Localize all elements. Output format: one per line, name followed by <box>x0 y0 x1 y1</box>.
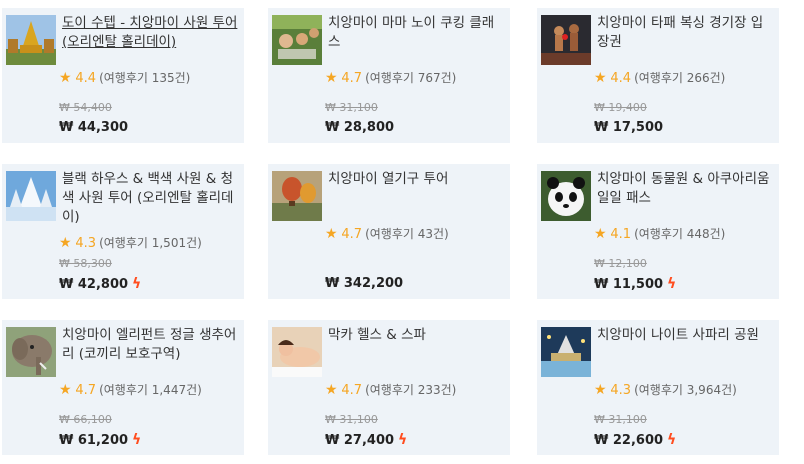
review-count: (여행후기 135건) <box>99 71 191 85</box>
rating-score: 4.7 <box>341 383 363 398</box>
star-icon: ★ <box>59 70 72 86</box>
review-count: (여행후기 266건) <box>634 71 726 85</box>
star-icon: ★ <box>325 382 338 398</box>
rating: ★ 4.7 (여행후기 1,447건) <box>59 381 202 398</box>
product-thumbnail[interactable] <box>6 171 56 221</box>
price-value: ₩ 61,200 <box>59 432 129 448</box>
lightning-icon: ϟ <box>667 276 677 292</box>
product-card[interactable]: 치앙마이 나이트 사파리 공원 ★ 4.3 (여행후기 3,964건) ₩ 31,10… <box>537 320 779 455</box>
rating: ★ 4.7 (여행후기 233건) <box>325 381 456 398</box>
rating: ★ 4.3 (여행후기 1,501건) <box>59 234 202 251</box>
rating-score: 4.1 <box>610 227 632 242</box>
rating-score: 4.7 <box>341 71 363 86</box>
rating: ★ 4.3 (여행후기 3,964건) <box>594 381 737 398</box>
product-card[interactable]: 치앙마이 마마 노이 쿠킹 클래스 ★ 4.7 (여행후기 767건) ₩ 31,10… <box>268 8 510 143</box>
star-icon: ★ <box>594 226 607 242</box>
original-price: ₩ 12,100 <box>594 257 647 270</box>
sale-price: ₩ 42,800 ϟ <box>59 276 141 292</box>
review-count: (여행후기 3,964건) <box>634 383 737 397</box>
lightning-icon: ϟ <box>132 432 142 448</box>
original-price: ₩ 31,100 <box>325 101 378 114</box>
product-title[interactable]: 치앙마이 마마 노이 쿠킹 클래스 <box>328 14 506 52</box>
original-price: ₩ 58,300 <box>59 257 112 270</box>
review-count: (여행후기 43건) <box>365 227 449 241</box>
product-title[interactable]: 치앙마이 타패 복싱 경기장 입장권 <box>597 14 775 52</box>
product-title[interactable]: 치앙마이 나이트 사파리 공원 <box>597 326 775 345</box>
product-title[interactable]: 치앙마이 열기구 투어 <box>328 170 506 189</box>
original-price: ₩ 54,400 <box>59 101 112 114</box>
product-title[interactable]: 막카 헬스 & 스파 <box>328 326 506 345</box>
original-price: ₩ 19,400 <box>594 101 647 114</box>
sale-price: ₩ 44,300 <box>59 120 128 135</box>
star-icon: ★ <box>594 382 607 398</box>
star-icon: ★ <box>325 70 338 86</box>
lightning-icon: ϟ <box>667 432 677 448</box>
rating: ★ 4.7 (여행후기 767건) <box>325 69 456 86</box>
product-thumbnail[interactable] <box>272 171 322 221</box>
product-thumbnail[interactable] <box>272 327 322 377</box>
price-value: ₩ 22,600 <box>594 432 664 448</box>
price-value: ₩ 28,800 <box>325 120 395 135</box>
rating-score: 4.3 <box>75 236 97 251</box>
product-thumbnail[interactable] <box>541 15 591 65</box>
price-value: ₩ 44,300 <box>59 120 129 135</box>
price-value: ₩ 342,200 <box>325 276 404 291</box>
product-thumbnail[interactable] <box>541 171 591 221</box>
product-card[interactable]: 치앙마이 엘리펀트 정글 생추어리 (코끼리 보호구역) ★ 4.7 (여행후기 1… <box>2 320 244 455</box>
rating: ★ 4.7 (여행후기 43건) <box>325 225 449 242</box>
rating-score: 4.4 <box>610 71 632 86</box>
product-card[interactable]: 막카 헬스 & 스파 ★ 4.7 (여행후기 233건) ₩ 31,100 ₩ 27,4… <box>268 320 510 455</box>
price-value: ₩ 17,500 <box>594 120 664 135</box>
product-title[interactable]: 도이 수텝 - 치앙마이 사원 투어 (오리엔탈 홀리데이) <box>62 14 240 52</box>
original-price: ₩ 31,100 <box>594 413 647 426</box>
rating-score: 4.7 <box>341 227 363 242</box>
product-title[interactable]: 치앙마이 동물원 & 아쿠아리움 일일 패스 <box>597 170 775 208</box>
price-value: ₩ 42,800 <box>59 276 129 292</box>
price-value: ₩ 27,400 <box>325 432 395 448</box>
original-price: ₩ 66,100 <box>59 413 112 426</box>
star-icon: ★ <box>59 382 72 398</box>
sale-price: ₩ 22,600 ϟ <box>594 432 676 448</box>
original-price: ₩ 31,100 <box>325 413 378 426</box>
review-count: (여행후기 767건) <box>365 71 457 85</box>
rating: ★ 4.4 (여행후기 135건) <box>59 69 190 86</box>
product-title[interactable]: 블랙 하우스 & 백색 사원 & 청색 사원 투어 (오리엔탈 홀리데이) <box>62 170 240 227</box>
rating-score: 4.3 <box>610 383 632 398</box>
rating-score: 4.7 <box>75 383 97 398</box>
product-title[interactable]: 치앙마이 엘리펀트 정글 생추어리 (코끼리 보호구역) <box>62 326 240 364</box>
review-count: (여행후기 448건) <box>634 227 726 241</box>
product-thumbnail[interactable] <box>6 15 56 65</box>
product-card[interactable]: 블랙 하우스 & 백색 사원 & 청색 사원 투어 (오리엔탈 홀리데이) ★ 4… <box>2 164 244 299</box>
rating: ★ 4.4 (여행후기 266건) <box>594 69 725 86</box>
sale-price: ₩ 11,500 ϟ <box>594 276 676 292</box>
sale-price: ₩ 342,200 <box>325 276 403 291</box>
product-card[interactable]: 도이 수텝 - 치앙마이 사원 투어 (오리엔탈 홀리데이) ★ 4.4 (여행후기… <box>2 8 244 143</box>
sale-price: ₩ 61,200 ϟ <box>59 432 141 448</box>
sale-price: ₩ 28,800 <box>325 120 394 135</box>
review-count: (여행후기 1,447건) <box>99 383 202 397</box>
star-icon: ★ <box>325 226 338 242</box>
product-thumbnail[interactable] <box>272 15 322 65</box>
review-count: (여행후기 233건) <box>365 383 457 397</box>
lightning-icon: ϟ <box>132 276 142 292</box>
sale-price: ₩ 27,400 ϟ <box>325 432 407 448</box>
price-value: ₩ 11,500 <box>594 276 664 292</box>
star-icon: ★ <box>59 235 72 251</box>
lightning-icon: ϟ <box>398 432 408 448</box>
star-icon: ★ <box>594 70 607 86</box>
review-count: (여행후기 1,501건) <box>99 236 202 250</box>
product-thumbnail[interactable] <box>541 327 591 377</box>
product-thumbnail[interactable] <box>6 327 56 377</box>
rating-score: 4.4 <box>75 71 97 86</box>
product-card[interactable]: 치앙마이 열기구 투어 ★ 4.7 (여행후기 43건) ₩ 342,200 <box>268 164 510 299</box>
sale-price: ₩ 17,500 <box>594 120 663 135</box>
product-card[interactable]: 치앙마이 타패 복싱 경기장 입장권 ★ 4.4 (여행후기 266건) ₩ 19,4… <box>537 8 779 143</box>
product-card[interactable]: 치앙마이 동물원 & 아쿠아리움 일일 패스 ★ 4.1 (여행후기 448건) ₩ … <box>537 164 779 299</box>
rating: ★ 4.1 (여행후기 448건) <box>594 225 725 242</box>
